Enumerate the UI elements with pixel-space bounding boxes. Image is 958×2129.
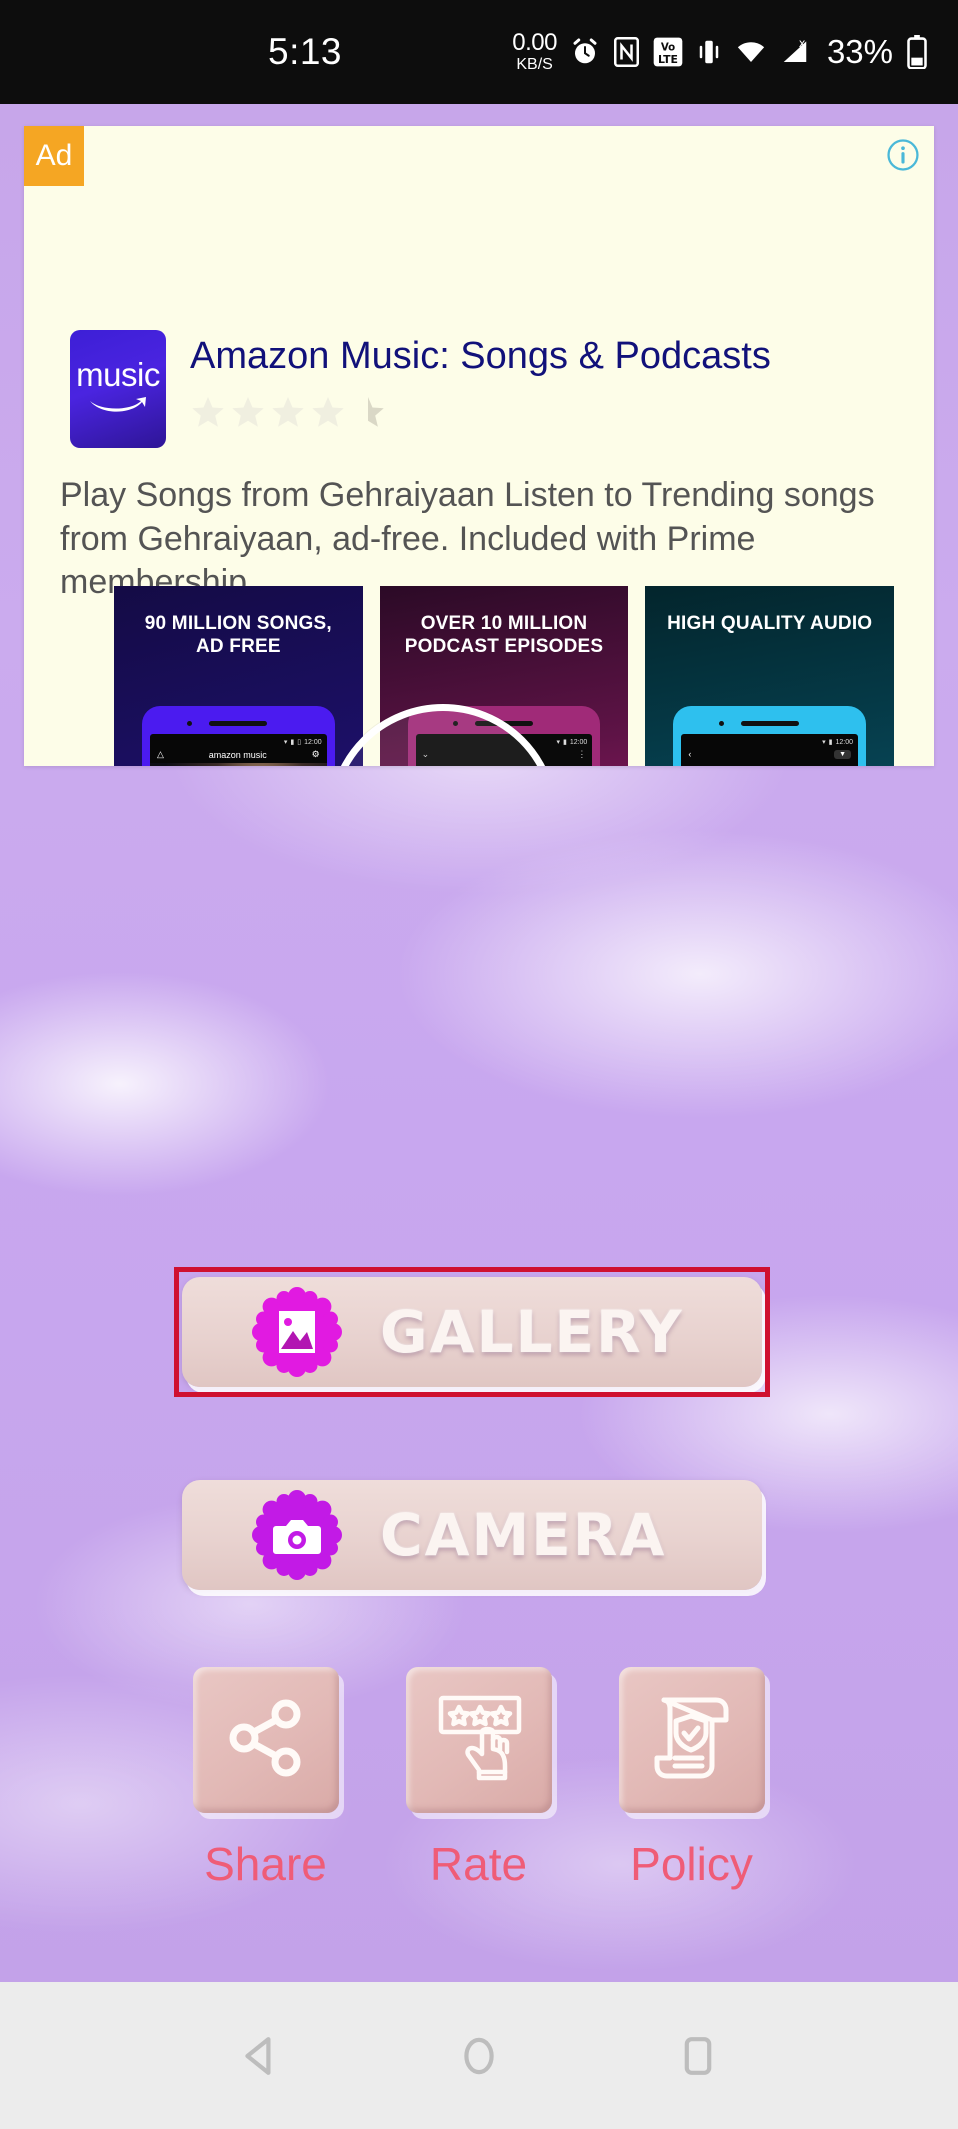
app-icon: music (70, 330, 166, 448)
policy-tile-label: Policy (630, 1838, 753, 1890)
rate-tile-face[interactable] (405, 1667, 552, 1813)
phone-notch (187, 721, 268, 726)
mock-status-bar: ▾ ▮ ▯ 12:00 (150, 734, 327, 747)
screenshot-1-headline: 90 MILLION SONGS, AD FREE (144, 613, 332, 658)
android-navigation-bar (0, 1982, 958, 2129)
mock-battery-icon: ▯ (297, 739, 302, 746)
filter-icon: ▼ (834, 749, 852, 759)
battery-icon (906, 35, 928, 69)
alarm-icon (570, 37, 600, 67)
network-speed-value: 0.00 (512, 29, 557, 56)
svg-text:x: x (799, 37, 806, 50)
star-half-icon (368, 396, 384, 427)
status-bar: 5:13 0.00 KB/S Vo LTE x 33% (0, 0, 958, 104)
status-clock: 5:13 (268, 31, 343, 72)
svg-text:LTE: LTE (658, 53, 678, 66)
mock-signal-icon: ▮ (828, 739, 833, 746)
mock-wifi-icon: ▾ (556, 739, 560, 746)
vibrate-icon (696, 37, 722, 67)
mock-wifi-icon: ▾ (283, 739, 288, 746)
share-tile[interactable]: Share (175, 1667, 356, 1891)
network-speed-unit: KB/S (516, 56, 553, 73)
phone-screen-1: ▾ ▮ ▯ 12:00 △ amazon music ⚙ MY SOU (150, 734, 327, 766)
gear-icon: ⚙ (311, 749, 320, 759)
policy-tile[interactable]: Policy (601, 1667, 782, 1891)
ad-rating-stars (190, 394, 771, 430)
star-icon (312, 396, 344, 427)
camera-flower-icon (252, 1490, 342, 1580)
ad-screenshot-3[interactable]: HIGH QUALITY AUDIO ▾ ▮ 12:00 ‹ ▼ ST (645, 586, 895, 766)
battery-percent: 33% (826, 33, 893, 70)
status-bar-left: 5:13 (30, 31, 512, 73)
nfc-icon (613, 37, 640, 67)
ad-screenshot-1[interactable]: 90 MILLION SONGS, AD FREE ▾ ▮ ▯ 12:00 △ … (114, 586, 363, 766)
mock-clock: 12:00 (569, 738, 588, 746)
mock-app-bar: ‹ ▼ (681, 746, 858, 762)
mock-signal-icon: ▮ (562, 739, 567, 746)
ad-title: Amazon Music: Songs & Podcasts (190, 335, 771, 377)
mock-hero: MY SOUNDTRACK Based on Dua Lipa, and mor… (150, 763, 327, 766)
info-icon[interactable] (886, 138, 920, 172)
rate-tile-label: Rate (429, 1838, 528, 1890)
share-tile-label: Share (204, 1838, 327, 1890)
back-arrow-icon: ‹ (688, 749, 692, 759)
star-icon (232, 396, 264, 427)
bell-icon: △ (157, 749, 164, 759)
ad-header: music Amazon Music: Songs & Podcasts (70, 330, 771, 448)
recents-square-icon[interactable] (653, 2011, 743, 2101)
ad-badge: Ad (24, 126, 84, 186)
wifi-icon (735, 37, 767, 67)
phone-screen-3: ▾ ▮ 12:00 ‹ ▼ STATIONS CLASSIC ROCK (681, 734, 859, 766)
advertisement-card[interactable]: Ad music Amazon Music: Songs & Podcasts (24, 126, 934, 766)
app-icon-word: music (76, 356, 160, 393)
policy-scroll-shield-icon (640, 1686, 744, 1795)
volte-icon: Vo LTE (653, 37, 683, 67)
screenshot-2-headline: OVER 10 MILLION PODCAST EPISODES (404, 613, 604, 658)
mock-section-title: STATIONS (681, 762, 858, 766)
back-triangle-icon[interactable] (215, 2011, 305, 2101)
mock-app-bar: △ amazon music ⚙ (150, 746, 327, 763)
phone-screen: 5:13 0.00 KB/S Vo LTE x 33% Ad music Ama… (0, 0, 958, 2129)
star-icon (192, 396, 224, 427)
action-tiles: Share Rate Policy (175, 1667, 783, 1891)
star-icon (272, 396, 304, 427)
policy-tile-face[interactable] (618, 1667, 765, 1813)
phone-notch (718, 721, 799, 726)
mock-app-title: amazon music (208, 749, 267, 760)
mock-status-bar: ▾ ▮ 12:00 (681, 734, 858, 747)
gallery-selection-highlight (174, 1267, 770, 1397)
ad-description: Play Songs from Gehraiyaan Listen to Tre… (60, 476, 875, 602)
home-circle-icon[interactable] (434, 2011, 524, 2101)
mock-clock: 12:00 (304, 738, 322, 746)
phone-mockup-1: ▾ ▮ ▯ 12:00 △ amazon music ⚙ MY SOU (142, 706, 335, 766)
mock-clock: 12:00 (835, 738, 854, 746)
share-icon (218, 1690, 314, 1791)
ad-header-text: Amazon Music: Songs & Podcasts (190, 330, 771, 430)
overflow-menu-icon: ⋮ (577, 749, 587, 759)
mock-signal-icon: ▮ (290, 739, 295, 746)
network-speed-indicator: 0.00 KB/S (512, 31, 557, 73)
signal-no-sim-icon: x (780, 37, 810, 67)
rate-tile[interactable]: Rate (388, 1667, 569, 1891)
share-tile-face[interactable] (192, 1667, 339, 1813)
amazon-smile-icon (87, 395, 149, 422)
rate-stars-hand-icon (427, 1686, 531, 1795)
camera-button[interactable]: CAMERA (182, 1480, 762, 1590)
screenshot-3-headline: HIGH QUALITY AUDIO (667, 613, 873, 634)
phone-mockup-3: ▾ ▮ 12:00 ‹ ▼ STATIONS CLASSIC ROCK (673, 706, 867, 766)
camera-button-label: CAMERA (380, 1501, 667, 1569)
status-bar-right: 0.00 KB/S Vo LTE x 33% (512, 31, 928, 73)
mock-wifi-icon: ▾ (822, 739, 826, 746)
